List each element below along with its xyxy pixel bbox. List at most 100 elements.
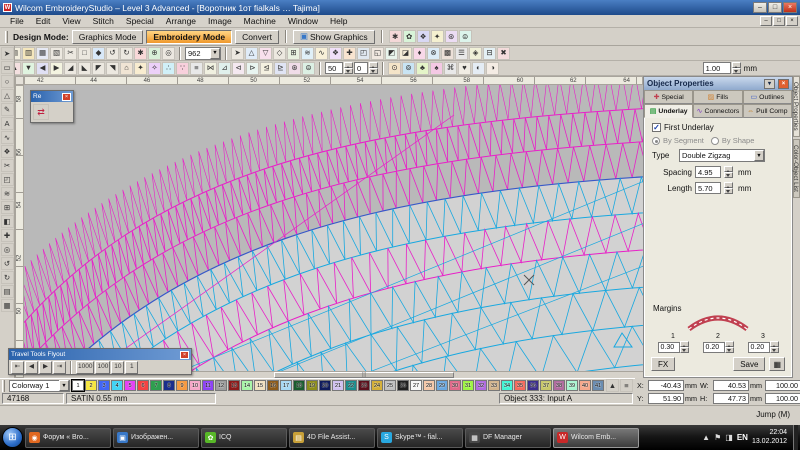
close-icon[interactable]: × — [62, 93, 71, 101]
toolbar-icon[interactable]: ◪ — [399, 47, 412, 60]
spacing-input[interactable]: 4.95 — [695, 166, 721, 178]
toolbar-icon[interactable]: ☰ — [455, 47, 468, 60]
toolbar-icon[interactable]: 1000 — [76, 361, 94, 374]
palette-chip[interactable]: 6 — [137, 380, 149, 391]
toolbar-icon[interactable]: ▽ — [259, 47, 272, 60]
toolbar-icon[interactable]: ▩ — [441, 47, 454, 60]
tab-fills[interactable]: ▨Fills — [693, 90, 742, 104]
network-icon[interactable]: ⚑ — [714, 433, 721, 442]
toolbar-icon[interactable]: ⊜ — [459, 30, 472, 43]
toolbar-icon[interactable]: ◑ — [486, 62, 499, 75]
taskbar-item[interactable]: WWilcom Emb... — [553, 428, 639, 448]
toolbar-icon[interactable]: ♠ — [430, 62, 443, 75]
toolbar-icon[interactable]: ◥ — [106, 62, 119, 75]
toolbar-icon[interactable]: ♣ — [416, 62, 429, 75]
toolbar-icon[interactable]: ⊞ — [287, 47, 300, 60]
toolbar-icon[interactable]: ⊳ — [246, 62, 259, 75]
toolbar-icon[interactable]: ✎ — [1, 103, 14, 116]
toolbar-icon[interactable]: ➤ — [1, 47, 14, 60]
palette-chip[interactable]: 8 — [163, 380, 175, 391]
palette-chip[interactable]: 27 — [410, 380, 422, 391]
palette-chip[interactable]: 4 — [111, 380, 123, 391]
underlay-type-select[interactable]: Double Zigzag▼ — [679, 149, 765, 162]
menu-item[interactable]: Arrange — [160, 16, 202, 26]
taskbar-item[interactable]: ✿ICQ — [201, 428, 287, 448]
menu-item[interactable]: Edit — [30, 16, 57, 26]
toolbar-icon[interactable]: ⊛ — [445, 30, 458, 43]
toolbar-icon[interactable]: ➤ — [231, 47, 244, 60]
by-segment-radio[interactable] — [652, 137, 660, 145]
menu-item[interactable]: Image — [202, 16, 238, 26]
toolbar-icon[interactable]: △ — [1, 89, 14, 102]
toolbar-icon[interactable]: ↻ — [120, 47, 133, 60]
convert-button[interactable]: Convert — [235, 30, 279, 44]
toolbar-icon[interactable]: ▼ — [22, 62, 35, 75]
toolbar-icon[interactable]: ≋ — [1, 187, 14, 200]
volume-icon[interactable]: ◨ — [725, 433, 733, 442]
toolbar-icon[interactable]: ⊿ — [218, 62, 231, 75]
menu-item[interactable]: Window — [282, 16, 324, 26]
palette-chip[interactable]: 38 — [553, 380, 565, 391]
taskbar-item[interactable]: ▣Изображен... — [113, 428, 199, 448]
tab-underlay[interactable]: ▤Underlay — [644, 104, 693, 118]
toolbar-icon[interactable]: ◎ — [162, 47, 175, 60]
toolbar-icon[interactable]: ⌂ — [120, 62, 133, 75]
stitch-length-input[interactable]: 1.00 — [703, 62, 731, 74]
toolbar-icon[interactable]: ❖ — [1, 145, 14, 158]
close-icon[interactable]: × — [180, 351, 189, 359]
toolbar-icon[interactable]: ◢ — [64, 62, 77, 75]
palette-chip[interactable]: 29 — [436, 380, 448, 391]
palette-chip[interactable]: 18 — [293, 380, 305, 391]
toolbar-icon[interactable]: △ — [245, 47, 258, 60]
palette-chip[interactable]: 9 — [176, 380, 188, 391]
palette-chip[interactable]: 22 — [345, 380, 357, 391]
toolbar-icon[interactable]: ▲ — [606, 379, 619, 392]
toolbar-icon[interactable]: ▭ — [1, 61, 14, 74]
toolbar-icon[interactable]: ◆ — [92, 47, 105, 60]
taskbar-item[interactable]: ▦DF Manager — [465, 428, 551, 448]
stitch-length-stepper[interactable] — [732, 62, 741, 74]
offset-input[interactable]: 0 — [354, 62, 368, 74]
length-stepper[interactable] — [724, 182, 733, 194]
palette-chip[interactable]: 37 — [540, 380, 552, 391]
toolbar-icon[interactable]: A — [1, 117, 14, 130]
toolbar-icon[interactable]: ◀ — [25, 361, 38, 374]
toolbar-icon[interactable]: ♦ — [413, 47, 426, 60]
toolbar-icon[interactable]: ◣ — [78, 62, 91, 75]
toolbar-icon[interactable]: ⌘ — [444, 62, 457, 75]
angle-stepper[interactable] — [344, 62, 353, 74]
menu-item[interactable]: View — [56, 16, 86, 26]
taskbar-clock[interactable]: 22:04 13.02.2012 — [752, 429, 789, 446]
angle-input[interactable]: 50 — [325, 62, 343, 74]
palette-chip[interactable]: 39 — [566, 380, 578, 391]
palette-chip[interactable]: 16 — [267, 380, 279, 391]
palette-chip[interactable]: 24 — [371, 380, 383, 391]
toolbar-icon[interactable]: ⊙ — [388, 62, 401, 75]
palette-chip[interactable]: 25 — [384, 380, 396, 391]
tab-connectors[interactable]: ∿Connectors — [693, 104, 742, 118]
palette-chip[interactable]: 10 — [189, 380, 201, 391]
panel-close-button[interactable]: × — [778, 79, 789, 89]
chevron-down-icon[interactable]: ▼ — [210, 48, 220, 59]
menu-item[interactable]: Special — [120, 16, 160, 26]
palette-chip[interactable]: 14 — [241, 380, 253, 391]
palette-chip[interactable]: 3 — [98, 380, 110, 391]
toolbar-icon[interactable]: ○ — [1, 75, 14, 88]
offset-stepper[interactable] — [369, 62, 378, 74]
toolbar-icon[interactable]: ⊜ — [302, 62, 315, 75]
margin-3-input[interactable]: 0.20 — [748, 342, 770, 353]
scale-x-value[interactable]: 100.00 — [765, 380, 800, 391]
toolbar-icon[interactable]: ◤ — [92, 62, 105, 75]
margin-1-input[interactable]: 0.30 — [658, 342, 680, 353]
toolbar-icon[interactable]: ∿ — [1, 131, 14, 144]
scale-y-value[interactable]: 100.00 — [765, 393, 800, 404]
menu-item[interactable]: File — [4, 16, 30, 26]
toolbar-icon[interactable]: 100 — [95, 361, 110, 374]
toolbar-icon[interactable]: ⊛ — [288, 62, 301, 75]
toolbar-icon[interactable]: ⇥ — [53, 361, 66, 374]
toolbar-icon[interactable]: ≋ — [301, 47, 314, 60]
toolbar-icon[interactable]: ∵ — [176, 62, 189, 75]
palette-chip[interactable]: 21 — [332, 380, 344, 391]
palette-chip[interactable]: 5 — [124, 380, 136, 391]
toolbar-grip[interactable] — [5, 31, 8, 43]
